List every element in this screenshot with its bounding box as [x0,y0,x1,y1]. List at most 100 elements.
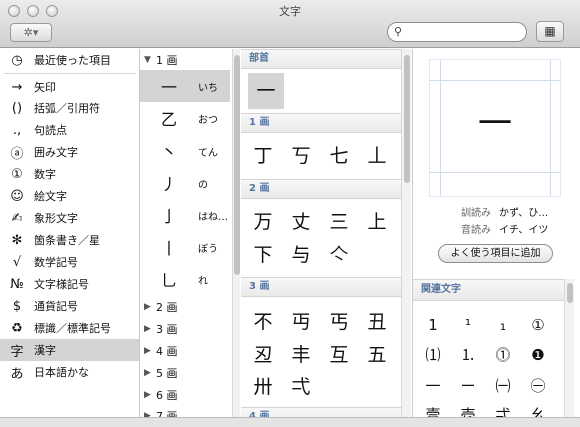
char-cell[interactable]: 丏 [283,304,319,340]
category-item-kana[interactable]: あ日本語かな [0,361,139,383]
circled-one-icon: ① [11,166,23,182]
category-label: 句読点 [34,124,67,137]
char-cell[interactable]: 丄 [359,138,395,174]
char-cell[interactable]: 丁 [245,138,281,174]
char-cell[interactable]: 丑 [359,304,395,340]
add-to-favorites-button[interactable]: よく使う項目に追加 [438,244,553,263]
divider [4,73,136,74]
scrollbar-thumb[interactable] [234,55,240,275]
clock-icon: ◷ [11,52,23,68]
radical-reading: れ [198,275,208,287]
related-char[interactable]: ー [451,372,485,400]
stroke-group-6[interactable]: ▶ 6 画 [144,384,178,406]
category-label: 象形文字 [34,212,78,225]
radical-item[interactable]: 丿の [140,167,230,199]
related-char[interactable]: ⑴ [416,341,450,369]
category-item-pictographs[interactable]: ✍ 象形文字 [0,207,139,229]
stroke-group-label: 1 画 [156,54,178,67]
related-char[interactable]: ¹ [451,311,485,339]
category-label: 数字 [34,168,56,181]
char-cell[interactable]: 丐 [321,304,357,340]
related-char[interactable]: ① [521,311,555,339]
related-char[interactable]: 壹 [416,401,450,417]
radical-item[interactable]: 丨 ぼう [140,231,230,263]
search-icon: ⚲ [394,25,403,38]
char-cell[interactable]: 下 [245,237,281,273]
related-char[interactable]: ⒈ [451,341,485,369]
stroke-group-label: 7 画 [156,410,178,417]
char-cell[interactable]: 弌 [283,369,319,405]
stroke-group-3[interactable]: ▶ 3 画 [144,318,178,340]
radical-item[interactable]: 一 いち [140,70,230,102]
related-char[interactable]: ⓵ [486,341,520,369]
category-item-punctuation[interactable]: ., 句読点 [0,119,139,141]
char-cell[interactable]: 万 [245,204,281,240]
stroke-group-2[interactable]: ▶ 2 画 [144,296,178,318]
scrollbar-thumb[interactable] [404,55,410,183]
char-cell[interactable]: 丰 [283,337,319,373]
stroke-list-scrollbar[interactable] [232,49,240,417]
radical-item[interactable]: 乚れ [140,263,230,295]
category-item-currency[interactable]: $ 通貨記号 [0,295,139,317]
category-label: 漢字 [34,344,56,357]
related-char[interactable]: 壱 [451,401,485,417]
char-cell[interactable]: 一 [248,73,284,109]
related-char[interactable]: ㊀ [521,372,555,400]
related-scrollbar[interactable] [564,279,574,417]
category-item-letterlike[interactable]: № 文字様記号 [0,273,139,295]
char-cell[interactable]: 亽 [321,237,357,273]
kun-reading-row: 訓読み かず、ひ… [413,204,573,219]
char-cell[interactable]: 五 [359,337,395,373]
character-viewer-window: 文字 ✲▾ ⚲ ▦ ◷ 最近使った項目 → 矢印 () 括弧／引用符 ., 句読点 ⓐ 囲… [0,0,580,427]
radical-char: 乙 [160,110,177,129]
search-field[interactable]: ⚲ [387,22,527,42]
arrow-icon: → [11,79,23,95]
category-item-digits[interactable]: ① 数字 [0,163,139,185]
related-char[interactable]: ❶ [521,341,555,369]
char-cell[interactable]: 三 [321,204,357,240]
related-char[interactable]: ₁ [486,311,520,339]
character-grid-scrollbar[interactable] [401,49,411,417]
category-item-brackets[interactable]: () 括弧／引用符 [0,97,139,119]
numero-icon: № [10,276,24,292]
char-cell[interactable]: 丒 [245,337,281,373]
title-bar: 文字 ✲▾ ⚲ ▦ [0,0,580,48]
category-item-arrows[interactable]: → 矢印 [0,76,139,98]
category-item-recent[interactable]: ◷ 最近使った項目 [0,49,139,71]
radical-item[interactable]: 乙 おつ [140,102,230,134]
stroke-group-1[interactable]: ▼ 1 画 [144,49,178,71]
radical-item[interactable]: 亅 はね… [140,199,230,231]
category-item-enclosed[interactable]: ⓐ 囲み文字 [0,141,139,163]
related-char[interactable]: 一 [416,372,450,400]
char-cell[interactable]: 上 [359,204,395,240]
char-cell[interactable]: 互 [321,337,357,373]
char-cell[interactable]: 不 [245,304,281,340]
category-item-math[interactable]: √ 数学記号 [0,251,139,273]
circled-a-icon: ⓐ [10,146,24,162]
scrollbar-thumb[interactable] [567,283,573,303]
category-item-emoji[interactable]: ☺ 絵文字 [0,185,139,207]
category-item-signs[interactable]: ♻ 標識／標準記号 [0,317,139,339]
category-label: 数学記号 [34,256,78,269]
related-characters-panel: 関連文字 1 ¹ ₁ ① ⑴ ⒈ ⓵ ❶ 一 ー ㈠ ㊀ 壹 壱 弌 幺 [412,279,577,417]
char-cell[interactable]: 七 [321,138,357,174]
related-char[interactable]: ㈠ [486,372,520,400]
section-header: 4 画 [241,407,401,417]
related-char[interactable]: 1 [416,311,450,339]
dollar-icon: $ [12,298,22,314]
char-cell[interactable]: 丂 [283,138,319,174]
category-item-bullets[interactable]: ✻ 箇条書き／星 [0,229,139,251]
char-cell[interactable]: 与 [283,237,319,273]
category-item-kanji[interactable]: 字漢字 [0,339,139,361]
related-char[interactable]: 幺 [521,401,555,417]
gear-menu-button[interactable]: ✲▾ [10,23,52,42]
char-cell[interactable]: 丈 [283,204,319,240]
grid-view-button[interactable]: ▦ [536,21,564,42]
stroke-group-7[interactable]: ▶ 7 画 [144,405,178,417]
char-cell[interactable]: 卅 [245,369,281,405]
stroke-group-4[interactable]: ▶ 4 画 [144,340,178,362]
stroke-group-5[interactable]: ▶ 5 画 [144,362,178,384]
radical-item[interactable]: 丶 てん [140,135,230,167]
on-reading-row: 音読み イチ、イツ [413,221,573,236]
related-char[interactable]: 弌 [486,401,520,417]
